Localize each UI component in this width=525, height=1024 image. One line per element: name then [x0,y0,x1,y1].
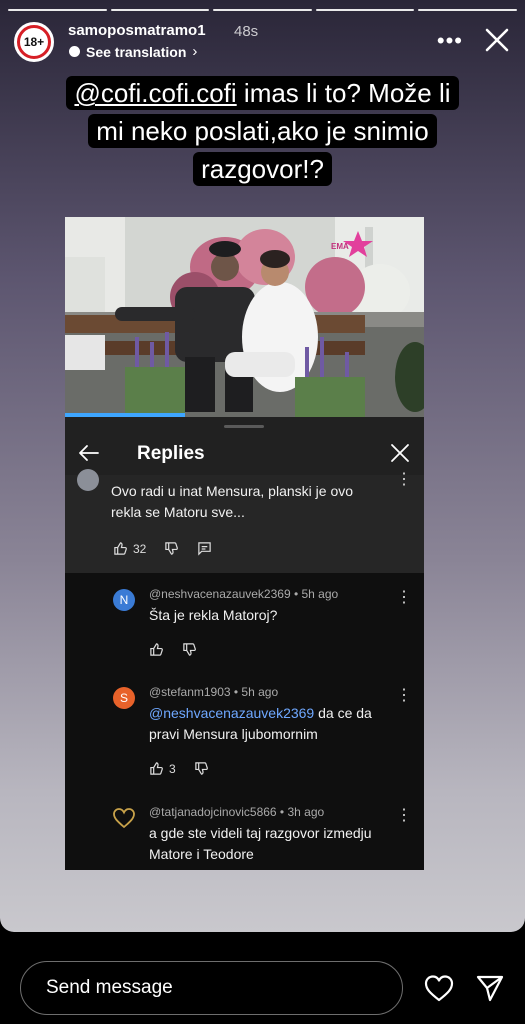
more-options-icon[interactable]: ⋮ [396,808,412,824]
thumbs-down-icon[interactable] [164,541,179,556]
caption-line-2: mi neko poslati,ako je snimio [88,114,437,148]
chevron-right-icon: › [192,43,198,60]
close-icon[interactable] [388,441,412,465]
avatar[interactable]: 18+ [14,22,54,62]
parent-comment: Ovo radi u inat Mensura, planski je ovo … [65,469,424,573]
reply-item: N @neshvacenazauvek2369 • 5h ago ⋮ Šta j… [65,587,424,687]
caption-line-1: @cofi.cofi.cofi imas li to? Može li [66,76,459,110]
translate-icon [69,46,80,57]
heart-outline-avatar[interactable] [112,806,136,830]
see-translation-link[interactable]: See translation › [69,43,197,60]
more-options-icon[interactable]: ⋮ [396,688,412,704]
video-frame: EMA [65,217,424,417]
more-options-icon[interactable]: ⋮ [396,590,412,606]
avatar[interactable]: N [113,589,135,611]
reply-text: @neshvacenazauvek2369 da ce da pravi Men… [149,705,372,742]
close-icon[interactable] [483,26,511,54]
like-count: 3 [169,761,176,776]
reply-text: a gde ste videli taj razgovor izmedju Ma… [149,825,372,862]
thumbs-down-icon[interactable] [182,642,197,657]
video-scene-image: EMA [65,217,424,417]
more-options-icon[interactable]: ⋮ [396,472,412,488]
send-message-input[interactable]: Send message [20,961,403,1015]
caption-mention[interactable]: @cofi.cofi.cofi [74,78,236,108]
replies-title: Replies [137,443,205,464]
thumbs-down-icon[interactable] [194,761,209,776]
avatar[interactable] [77,469,99,491]
heart-icon[interactable] [424,974,454,1002]
send-icon[interactable] [476,974,504,1002]
shared-screenshot: EMA Replies Ovo radi u inat Mensura, pla… [65,217,424,870]
like-button[interactable]: 32 [113,541,146,556]
comment-actions: 32 [113,541,212,556]
see-translation-label: See translation [86,43,187,60]
reply-icon[interactable] [197,541,212,556]
story-reply-bar: Send message [0,932,525,1024]
reply-mention[interactable]: @neshvacenazauvek2369 [149,705,314,721]
avatar-badge: 18+ [17,25,51,59]
reply-handle[interactable]: @tatjanadojcinovic5866 • 3h ago [149,805,324,819]
story-header: 18+ samoposmatramo1 48s See translation … [14,20,511,64]
story-progress-bar [8,9,517,11]
caption-text: imas li to? Može li [236,78,451,108]
reply-item: S @stefanm1903 • 5h ago ⋮ @neshvacenazau… [65,685,424,795]
thumbs-up-icon [150,762,163,775]
thumbs-up-icon[interactable] [149,642,164,657]
back-arrow-icon[interactable] [77,441,101,465]
reply-handle[interactable]: @neshvacenazauvek2369 • 5h ago [149,587,338,601]
like-count: 32 [133,541,147,556]
reply-handle[interactable]: @stefanm1903 • 5h ago [149,685,278,699]
reply-actions [149,642,197,657]
drag-handle[interactable] [224,425,264,428]
more-options-icon[interactable]: ••• [437,28,463,54]
username[interactable]: samoposmatramo1 [68,22,206,39]
reply-text: Šta je rekla Matoroj? [149,607,278,623]
story-view[interactable]: 18+ samoposmatramo1 48s See translation … [0,0,525,932]
comment-text: Ovo radi u inat Mensura, planski je ovo … [111,483,354,520]
replies-header: Replies [65,417,424,479]
avatar[interactable]: S [113,687,135,709]
thumbs-up-icon [114,542,127,555]
story-timestamp: 48s [234,23,259,40]
story-caption: @cofi.cofi.cofi imas li to? Može li mi n… [20,74,505,188]
video-logo: EMA [331,242,349,251]
reply-item: @tatjanadojcinovic5866 • 3h ago ⋮ a gde … [65,805,424,870]
caption-line-3: razgovor!? [193,152,332,186]
like-button[interactable]: 3 [149,761,176,776]
reply-actions: 3 [149,761,209,776]
